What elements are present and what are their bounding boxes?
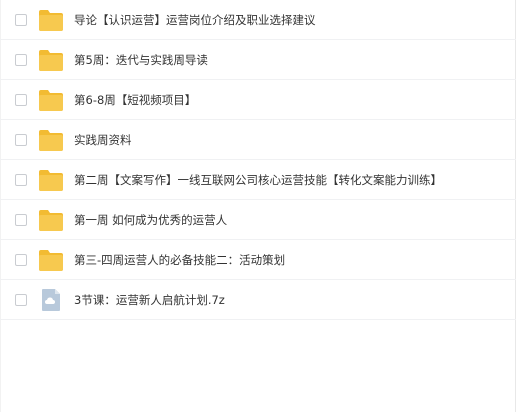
folder-icon bbox=[39, 10, 63, 31]
archive-file-icon bbox=[42, 289, 60, 311]
file-list: 导论【认识运营】运营岗位介绍及职业选择建议 第5周：迭代与实践周导读 第6-8周… bbox=[0, 0, 516, 320]
folder-icon bbox=[39, 90, 63, 111]
file-name: 第一周 如何成为优秀的运营人 bbox=[74, 213, 228, 227]
file-row[interactable]: 第二周【文案写作】一线互联网公司核心运营技能【转化文案能力训练】 bbox=[0, 160, 516, 200]
file-row[interactable]: 第一周 如何成为优秀的运营人 bbox=[0, 200, 516, 240]
file-name: 实践周资料 bbox=[74, 133, 132, 147]
file-name: 第6-8周【短视频项目】 bbox=[74, 93, 197, 107]
file-row[interactable]: 3节课：运营新人启航计划.7z bbox=[0, 280, 516, 320]
file-row[interactable]: 第5周：迭代与实践周导读 bbox=[0, 40, 516, 80]
file-row[interactable]: 实践周资料 bbox=[0, 120, 516, 160]
folder-icon bbox=[39, 170, 63, 191]
folder-icon bbox=[39, 210, 63, 231]
folder-icon bbox=[39, 130, 63, 151]
file-row[interactable]: 导论【认识运营】运营岗位介绍及职业选择建议 bbox=[0, 0, 516, 40]
select-checkbox[interactable] bbox=[15, 214, 27, 226]
select-checkbox[interactable] bbox=[15, 14, 27, 26]
select-checkbox[interactable] bbox=[15, 54, 27, 66]
file-name: 第5周：迭代与实践周导读 bbox=[74, 53, 208, 67]
folder-icon bbox=[39, 250, 63, 271]
select-checkbox[interactable] bbox=[15, 254, 27, 266]
select-checkbox[interactable] bbox=[15, 94, 27, 106]
select-checkbox[interactable] bbox=[15, 174, 27, 186]
select-checkbox[interactable] bbox=[15, 134, 27, 146]
file-name: 第二周【文案写作】一线互联网公司核心运营技能【转化文案能力训练】 bbox=[74, 173, 442, 187]
file-name: 3节课：运营新人启航计划.7z bbox=[74, 293, 225, 307]
file-row[interactable]: 第三-四周运营人的必备技能二：活动策划 bbox=[0, 240, 516, 280]
file-name: 第三-四周运营人的必备技能二：活动策划 bbox=[74, 253, 286, 267]
file-name: 导论【认识运营】运营岗位介绍及职业选择建议 bbox=[74, 13, 316, 27]
folder-icon bbox=[39, 50, 63, 71]
file-row[interactable]: 第6-8周【短视频项目】 bbox=[0, 80, 516, 120]
select-checkbox[interactable] bbox=[15, 294, 27, 306]
